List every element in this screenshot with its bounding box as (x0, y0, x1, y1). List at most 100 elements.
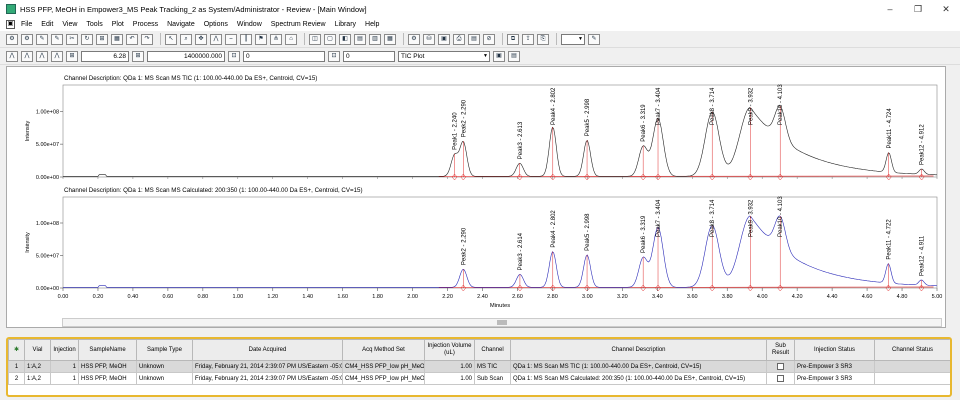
peak-label: Peak2 - 2.290 (461, 227, 467, 265)
spectrum-icon[interactable]: ⋔ (270, 33, 282, 45)
process-icon[interactable]: ⚙ (408, 33, 420, 45)
plot-frame (62, 84, 938, 178)
chevron-down-icon: ▼ (578, 35, 583, 42)
column-header[interactable]: Vial (24, 339, 51, 361)
peak-tools-icon[interactable]: ✂ (66, 33, 78, 45)
copy-icon[interactable]: ⧉ (507, 33, 519, 45)
sample-type-cell: Unknown (136, 372, 193, 385)
menu-edit[interactable]: Edit (41, 21, 53, 28)
pan-icon[interactable]: ✥ (195, 33, 207, 45)
highlight-icon[interactable]: ✎ (588, 33, 600, 45)
stop-icon[interactable]: ⊘ (483, 33, 495, 45)
x-tick-label: 2.00 (407, 294, 418, 300)
offset-x-icon[interactable]: ⊡ (228, 50, 240, 62)
menu-help[interactable]: Help (365, 21, 379, 28)
offset-plots-icon[interactable]: ⋀ (51, 50, 63, 62)
horizontal-scrollbar[interactable] (62, 318, 942, 327)
events-icon[interactable]: ⚑ (255, 33, 267, 45)
chevron-down-icon: ▼ (483, 52, 488, 59)
table-row[interactable]: 2 1:A,2 1 HSS PFP, MeOH Unknown Friday, … (8, 372, 950, 385)
quantitate-icon[interactable]: ✎ (36, 33, 48, 45)
sub-result-checkbox[interactable] (777, 374, 784, 382)
print-icon[interactable]: ⎙ (453, 33, 465, 45)
baseline-icon[interactable]: ⎯ (225, 33, 237, 45)
chart-title: Channel Description: QDa 1: MS Scan MS C… (64, 187, 363, 194)
x-tick-label: 5.00 (932, 294, 943, 300)
normalize-icon[interactable]: ⋀ (6, 50, 18, 62)
library-icon[interactable]: ⌂ (285, 33, 297, 45)
menu-plot[interactable]: Plot (112, 21, 124, 28)
clear-calibration-icon[interactable]: ✎ (51, 33, 63, 45)
menu-navigate[interactable]: Navigate (167, 21, 195, 28)
tile-icon[interactable]: ▦ (384, 33, 396, 45)
y-scale-icon[interactable]: ⊞ (132, 50, 144, 62)
close-icon[interactable]: ✕ (932, 4, 960, 15)
column-header[interactable]: Sub Result (766, 339, 795, 361)
stack-plots-icon[interactable]: ⋀ (21, 50, 33, 62)
x-range-input[interactable]: 6.28 (81, 50, 129, 62)
menu-view[interactable]: View (62, 21, 77, 28)
save-icon[interactable]: ▣ (438, 33, 450, 45)
peak-label: Peak9 - 3.932 (748, 199, 754, 237)
menu-library[interactable]: Library (335, 21, 356, 28)
offset-y-icon[interactable]: ⊡ (328, 50, 340, 62)
menu-options[interactable]: Options (204, 21, 228, 28)
restore-icon[interactable]: ❐ (904, 4, 932, 15)
menu-file[interactable]: File (21, 21, 32, 28)
column-header[interactable]: Date Acquired (192, 339, 343, 361)
column-header[interactable]: Channel Description (510, 339, 767, 361)
peak-label: Peak8 - 3.714 (710, 87, 716, 125)
column-header[interactable]: SampleName (78, 339, 137, 361)
plot-settings-icon[interactable]: ▣ (493, 50, 505, 62)
window-icon[interactable]: ▢ (324, 33, 336, 45)
attach-icon[interactable]: ⎘ (537, 33, 549, 45)
peak-mark-icon[interactable]: ⋀ (210, 33, 222, 45)
database-icon[interactable]: ⛁ (423, 33, 435, 45)
refresh-icon[interactable]: ↻ (81, 33, 93, 45)
menu-spectrum-review[interactable]: Spectrum Review (271, 21, 326, 28)
column-header[interactable]: Channel Status (874, 339, 950, 361)
calibrate-icon[interactable]: ⚙ (21, 33, 33, 45)
menu-tools[interactable]: Tools (86, 21, 102, 28)
stack-icon[interactable]: ▥ (369, 33, 381, 45)
export-icon[interactable]: ⇪ (522, 33, 534, 45)
redo-icon[interactable]: ↷ (141, 33, 153, 45)
cursor-icon[interactable]: ↖ (165, 33, 177, 45)
scrollbar-thumb[interactable] (497, 320, 507, 325)
split-icon[interactable]: ◧ (339, 33, 351, 45)
sub-result-checkbox[interactable] (777, 362, 784, 370)
drop-line-icon[interactable]: ┃ (240, 33, 252, 45)
column-header[interactable]: Injection (50, 339, 79, 361)
channel-status-cell (874, 372, 950, 385)
integrate-icon[interactable]: ⚙ (6, 33, 18, 45)
x-tick-label: 2.60 (512, 294, 523, 300)
column-header[interactable]: Channel (474, 339, 511, 361)
toolbar-dropdown[interactable]: ▼ (561, 33, 585, 45)
select-column-header[interactable]: ✱ (8, 339, 25, 361)
column-header[interactable]: Injection Volume (uL) (424, 339, 475, 361)
undo-icon[interactable]: ↶ (126, 33, 138, 45)
menu-process[interactable]: Process (133, 21, 158, 28)
offset-y-input[interactable]: 0 (343, 50, 395, 62)
injection-cell: 1 (50, 372, 79, 385)
fit-icon[interactable]: ⊞ (96, 33, 108, 45)
column-header[interactable]: Sample Type (136, 339, 193, 361)
plot-export-icon[interactable]: ▤ (508, 50, 520, 62)
scale-icon[interactable]: ⊞ (66, 50, 78, 62)
overlay-plots-icon[interactable]: ⋀ (36, 50, 48, 62)
overlay-icon[interactable]: ◫ (309, 33, 321, 45)
plot-type-select[interactable]: TIC Plot ▼ (398, 50, 490, 62)
table-row[interactable]: 1 1:A,2 1 HSS PFP, MeOH Unknown Friday, … (8, 360, 950, 373)
column-header[interactable]: Injection Status (794, 339, 875, 361)
minimize-icon[interactable]: – (876, 4, 904, 14)
offset-x-input[interactable]: 0 (243, 50, 325, 62)
volume-cell: 1.00 (424, 360, 475, 373)
y-max-input[interactable]: 1400000.000 (147, 50, 225, 62)
grid-icon[interactable]: ▦ (111, 33, 123, 45)
table-icon[interactable]: ▤ (354, 33, 366, 45)
column-header[interactable]: Acq Method Set (342, 339, 425, 361)
report-icon[interactable]: ▤ (468, 33, 480, 45)
zoom-icon[interactable]: ⌕ (180, 33, 192, 45)
menu-window[interactable]: Window (237, 21, 262, 28)
mdi-document-icon[interactable]: ▣ (6, 20, 15, 29)
